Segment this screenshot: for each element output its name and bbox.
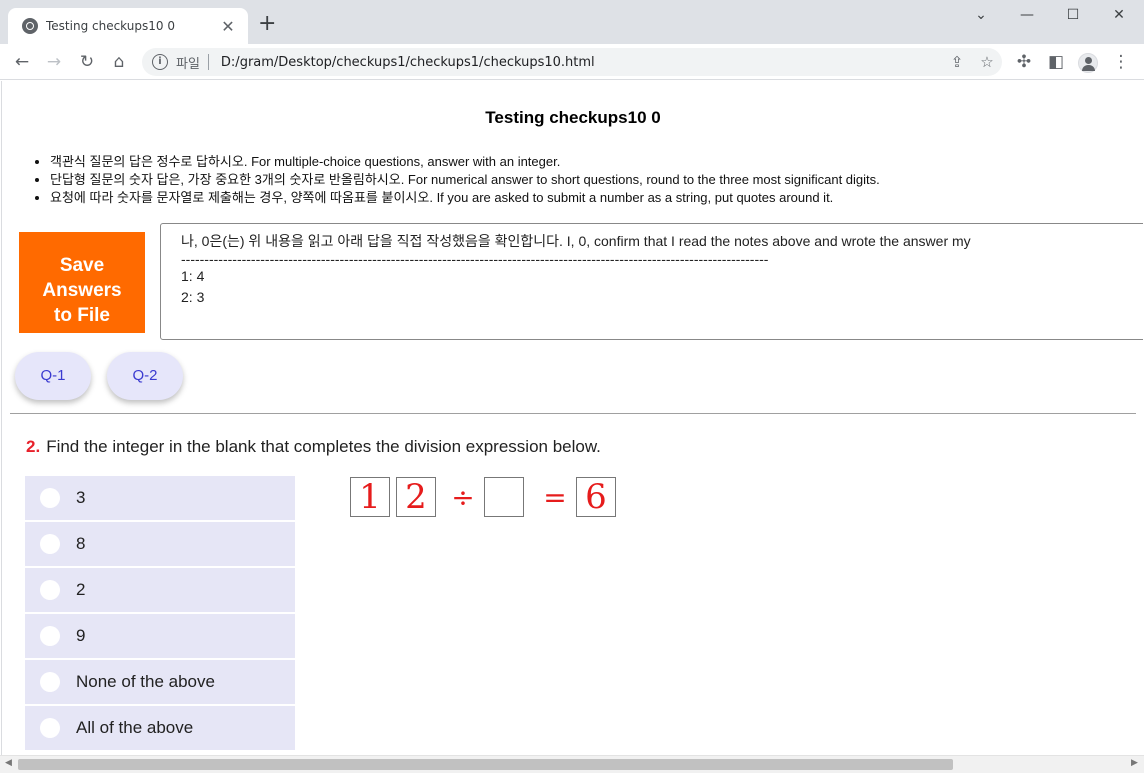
section-divider <box>10 413 1136 414</box>
page-title: Testing checkups10 0 <box>485 108 661 127</box>
question-number: 2. <box>26 437 41 456</box>
back-arrow-icon[interactable]: ← <box>9 50 35 74</box>
division-expression: 1 2 ÷ = 6 <box>350 477 622 517</box>
radio-button[interactable] <box>40 580 60 600</box>
close-window-button[interactable]: ✕ <box>1096 4 1142 28</box>
forward-arrow-icon[interactable]: → <box>41 50 67 74</box>
browser-tab[interactable]: Testing checkups10 0 ✕ <box>8 8 248 44</box>
result-box: 6 <box>576 477 616 517</box>
maximize-button[interactable]: ☐ <box>1050 4 1096 28</box>
digit-box: 1 <box>350 477 390 517</box>
question-1-button[interactable]: Q-1 <box>15 352 91 400</box>
menu-icon[interactable]: ⋮ <box>1108 50 1134 74</box>
option-label: 8 <box>76 534 86 553</box>
answer-options: 3 8 2 9 None of the above All of the abo… <box>25 476 295 752</box>
share-icon[interactable]: ⇪ <box>942 53 972 71</box>
rule-item: 객관식 질문의 답은 정수로 답하시오. For multiple-choice… <box>50 153 1134 171</box>
option-item[interactable]: All of the above <box>25 706 295 750</box>
scheme-label: 파일 <box>176 56 200 72</box>
globe-icon <box>22 18 38 34</box>
scrollbar-thumb[interactable] <box>18 759 953 770</box>
option-label: 3 <box>76 488 86 507</box>
option-label: All of the above <box>76 718 194 737</box>
minimize-button[interactable]: — <box>1004 4 1050 28</box>
option-label: 9 <box>76 626 86 645</box>
confirm-statement: 나, 0은(는) 위 내용을 읽고 아래 답을 직접 작성했음을 확인합니다. … <box>181 233 971 249</box>
new-tab-button[interactable]: + <box>258 12 276 36</box>
side-panel-icon[interactable]: ◧ <box>1043 50 1069 74</box>
answer-line: 2: 3 <box>181 289 205 305</box>
radio-button[interactable] <box>40 626 60 646</box>
question-text: Find the integer in the blank that compl… <box>46 437 601 456</box>
tab-title: Testing checkups10 0 <box>46 19 175 33</box>
option-item[interactable]: 2 <box>25 568 295 612</box>
profile-avatar-icon[interactable] <box>1078 53 1098 73</box>
scroll-right-icon[interactable]: ▶ <box>1131 758 1138 768</box>
option-label: 2 <box>76 580 86 599</box>
question-2-button[interactable]: Q-2 <box>107 352 183 400</box>
option-item[interactable]: 8 <box>25 522 295 566</box>
answer-line: 1: 4 <box>181 268 205 284</box>
extensions-icon[interactable]: ✣ <box>1011 50 1037 74</box>
star-icon[interactable]: ☆ <box>972 53 1002 71</box>
home-icon[interactable]: ⌂ <box>106 50 132 74</box>
divide-sign: ÷ <box>451 480 475 514</box>
option-item[interactable]: 3 <box>25 476 295 520</box>
question-prompt: 2. Find the integer in the blank that com… <box>26 437 601 457</box>
radio-button[interactable] <box>40 534 60 554</box>
scroll-left-icon[interactable]: ◀ <box>5 758 12 768</box>
rule-item: 단답형 질문의 숫자 답은, 가장 중요한 3개의 숫자로 반올림하시오. Fo… <box>50 171 1134 189</box>
digit-box: 2 <box>396 477 436 517</box>
horizontal-scrollbar[interactable]: ◀ ▶ <box>0 755 1144 773</box>
reload-icon[interactable]: ↻ <box>74 50 100 74</box>
divider-line: ----------------------------------------… <box>181 251 769 267</box>
tab-close-icon[interactable]: ✕ <box>218 17 238 36</box>
option-label: None of the above <box>76 672 215 691</box>
equals-sign: = <box>543 480 567 514</box>
radio-button[interactable] <box>40 672 60 692</box>
browser-toolbar: ← → ↻ ⌂ i 파일 D:/gram/Desktop/checkups1/c… <box>0 44 1144 80</box>
rules-list: 객관식 질문의 답은 정수로 답하시오. For multiple-choice… <box>34 153 1134 207</box>
tab-strip: Testing checkups10 0 ✕ + ⌄ — ☐ ✕ <box>0 0 1144 44</box>
answer-summary-box[interactable]: 나, 0은(는) 위 내용을 읽고 아래 답을 직접 작성했음을 확인합니다. … <box>160 223 1143 340</box>
omnibox-divider <box>207 54 209 70</box>
option-item[interactable]: None of the above <box>25 660 295 704</box>
url-text[interactable]: D:/gram/Desktop/checkups1/checkups1/chec… <box>221 55 942 70</box>
blank-box <box>484 477 524 517</box>
address-bar[interactable]: i 파일 D:/gram/Desktop/checkups1/checkups1… <box>142 48 1002 76</box>
info-icon[interactable]: i <box>152 54 168 70</box>
save-answers-button[interactable]: Save Answers to File <box>19 232 145 333</box>
page-content: Testing checkups10 0 객관식 질문의 답은 정수로 답하시오… <box>1 81 1143 755</box>
radio-button[interactable] <box>40 488 60 508</box>
radio-button[interactable] <box>40 718 60 738</box>
tab-search-icon[interactable]: ⌄ <box>958 4 1004 28</box>
rule-item: 요청에 따라 숫자를 문자열로 제출해는 경우, 양쪽에 따옴표를 붙이시오. … <box>50 189 1134 207</box>
option-item[interactable]: 9 <box>25 614 295 658</box>
